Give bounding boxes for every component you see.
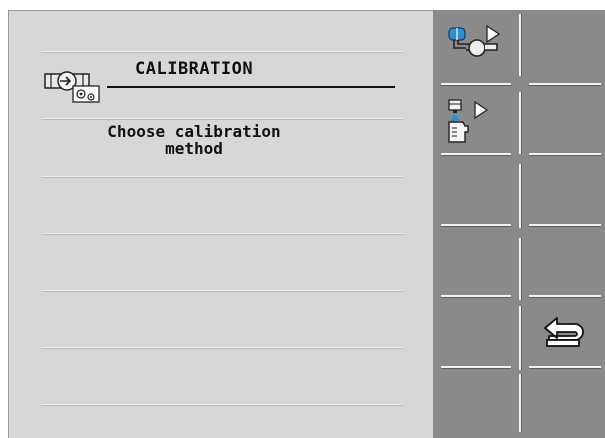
softkey-empty[interactable] [433, 369, 515, 437]
instruction-message: Choose calibration method [107, 122, 281, 158]
return-arrow-icon [544, 317, 584, 347]
softkey-separator [441, 224, 511, 226]
terminal-screen: CALIBRATION Choose calibration method [0, 0, 605, 438]
softkey-separator [441, 366, 511, 368]
softkey-separator [441, 295, 511, 297]
softkey-separator [519, 306, 521, 370]
softkey-separator [519, 374, 521, 432]
divider-line [42, 118, 404, 119]
softkey-empty[interactable] [523, 227, 605, 295]
divider-line [42, 176, 404, 177]
softkey-nozzle-calibration[interactable] [433, 86, 515, 154]
softkey-empty[interactable] [433, 298, 515, 366]
divider-line [42, 233, 404, 234]
softkey-separator [519, 164, 521, 228]
title-underline [107, 86, 395, 88]
softkey-empty[interactable] [433, 156, 515, 224]
divider-line [42, 290, 404, 291]
softkey-empty[interactable] [523, 156, 605, 224]
nozzle-jug-calibration-icon [448, 99, 489, 143]
softkey-separator [519, 92, 521, 154]
softkey-separator [519, 238, 521, 300]
softkey-panel [433, 10, 605, 438]
divider-line [42, 51, 404, 52]
softkey-separator [529, 366, 601, 368]
divider-line [42, 404, 404, 405]
softkey-separator [519, 14, 521, 76]
softkey-empty[interactable] [433, 227, 515, 295]
softkey-back[interactable] [523, 298, 605, 366]
softkey-empty[interactable] [523, 369, 605, 437]
softkey-separator [529, 224, 601, 226]
pipe-flow-calibration-icon [448, 24, 501, 57]
softkey-separator [441, 83, 511, 85]
divider-line [42, 347, 404, 348]
softkey-flow-calibration[interactable] [433, 10, 515, 78]
calibration-gear-icon [44, 71, 100, 103]
softkey-separator [529, 83, 601, 85]
softkey-empty[interactable] [523, 86, 605, 154]
main-panel: CALIBRATION Choose calibration method [8, 10, 433, 438]
page-title: CALIBRATION [135, 59, 254, 79]
softkey-separator [529, 295, 601, 297]
softkey-empty[interactable] [523, 10, 605, 78]
